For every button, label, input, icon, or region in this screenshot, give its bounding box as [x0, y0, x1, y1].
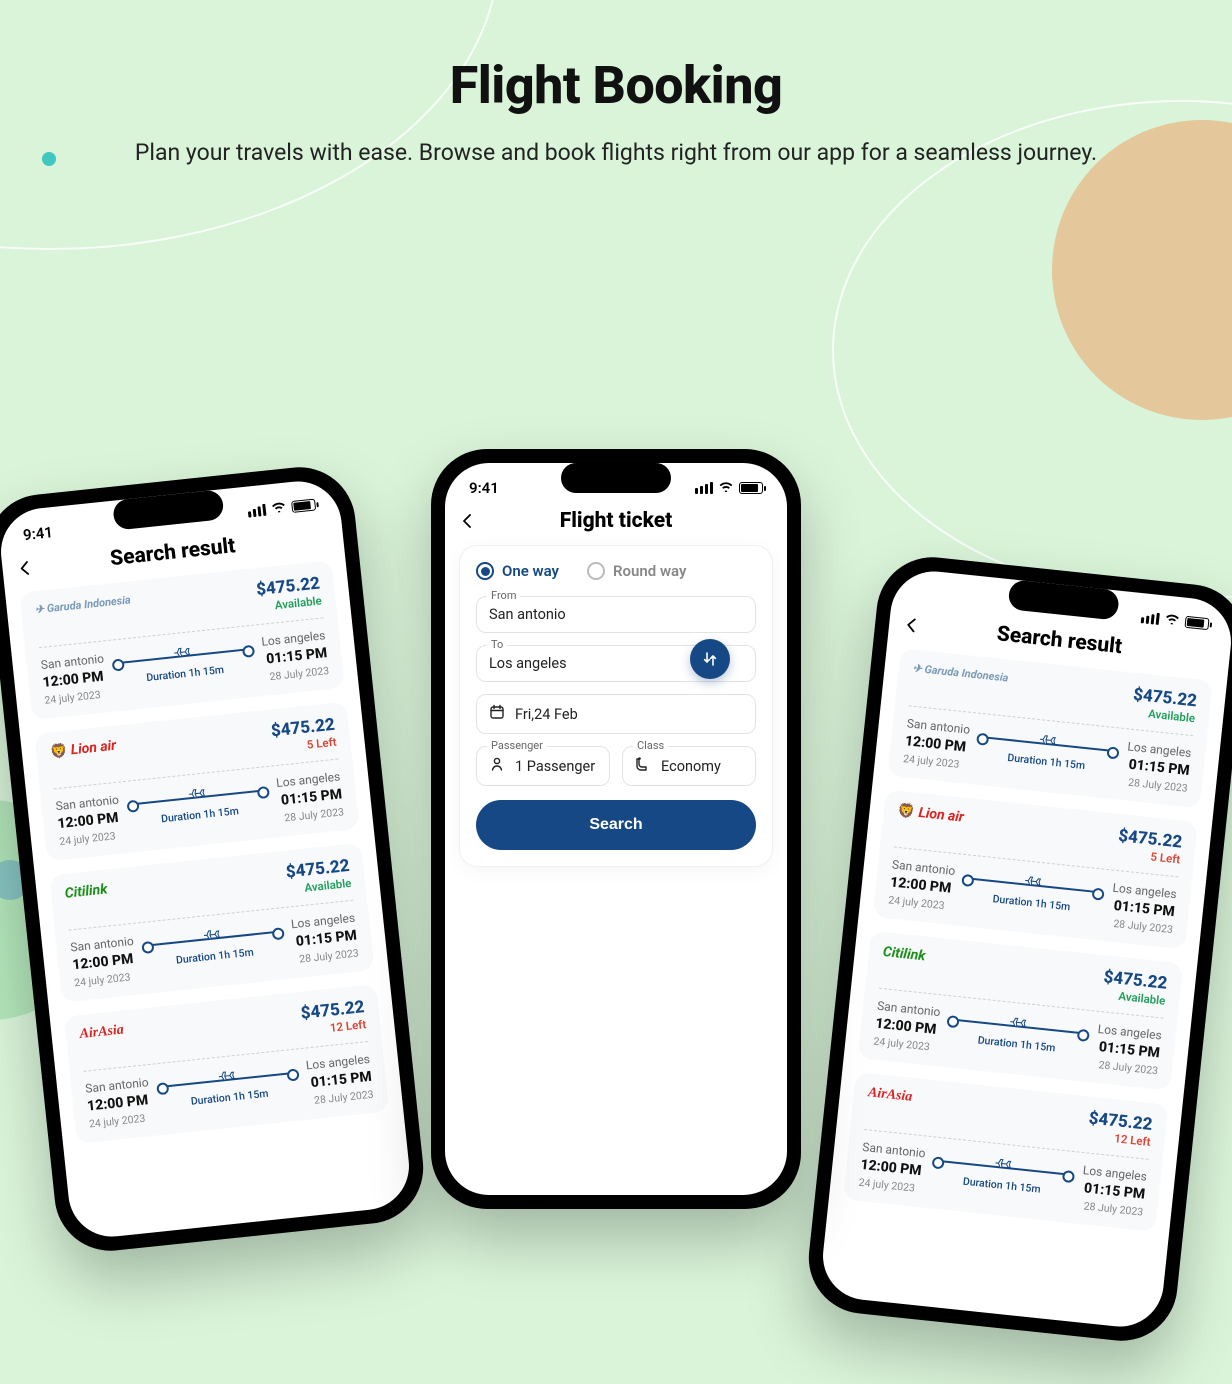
signal-icon — [1141, 612, 1160, 626]
date-field[interactable]: Fri,24 Feb — [476, 694, 756, 734]
flight-duration: Duration 1h 15m — [160, 1084, 299, 1111]
field-label: From — [487, 589, 520, 602]
to-date: 28 July 2023 — [1093, 1058, 1158, 1078]
to-date: 28 July 2023 — [309, 1088, 374, 1108]
trip-type-round-way[interactable]: Round way — [587, 562, 686, 580]
wifi-icon — [270, 500, 288, 518]
airline-logo: Citilink — [882, 944, 926, 964]
flight-card[interactable]: AirAsia $475.22 12 Left San antonio 12:0… — [843, 1072, 1169, 1232]
flight-duration: Duration 1h 15m — [131, 801, 270, 828]
flight-card[interactable]: 🦁 Lion air $475.22 5 Left San antonio 12… — [34, 702, 360, 862]
airline-logo: 🦁 Lion air — [897, 803, 965, 826]
to-date: 28 July 2023 — [1123, 776, 1188, 796]
to-date: 28 July 2023 — [294, 947, 359, 967]
from-date: 24 july 2023 — [888, 894, 952, 914]
back-button[interactable] — [461, 509, 475, 533]
class-value: Economy — [661, 758, 721, 775]
status-clock: 9:41 — [22, 524, 54, 545]
from-date: 24 july 2023 — [59, 829, 123, 849]
hero-subtitle: Plan your travels with ease. Browse and … — [0, 136, 1232, 169]
flight-duration: Duration 1h 15m — [932, 1172, 1071, 1199]
to-date: 28 July 2023 — [1108, 917, 1173, 937]
field-label: Passenger — [487, 739, 547, 752]
from-date: 24 july 2023 — [903, 752, 967, 772]
from-value: San antonio — [489, 606, 743, 623]
phone-flight-ticket: 9:41 Flight ticket — [431, 449, 801, 1209]
field-label: To — [487, 638, 507, 651]
airline-logo: 🦁 Lion air — [49, 738, 117, 761]
plane-icon — [187, 786, 209, 806]
flight-card[interactable]: Citilink $475.22 Available San antonio 1… — [858, 931, 1184, 1091]
radio-icon — [587, 562, 605, 580]
radio-icon — [476, 562, 494, 580]
wifi-icon — [718, 480, 734, 496]
battery-icon — [1184, 616, 1209, 630]
plane-icon — [1023, 874, 1045, 894]
from-date: 24 july 2023 — [44, 688, 108, 708]
back-button[interactable] — [17, 556, 33, 581]
from-date: 24 july 2023 — [74, 970, 138, 990]
to-date: 28 July 2023 — [279, 806, 344, 826]
signal-icon — [247, 504, 266, 518]
wifi-icon — [1163, 612, 1181, 630]
back-button[interactable] — [904, 613, 920, 638]
status-clock: 9:41 — [469, 479, 499, 497]
flight-card[interactable]: AirAsia $475.22 12 Left San antonio 12:0… — [64, 984, 390, 1144]
passenger-field[interactable]: Passenger 1 Passenger — [476, 746, 610, 786]
plane-icon — [1037, 732, 1059, 752]
flight-duration: Duration 1h 15m — [962, 889, 1101, 916]
calendar-icon — [489, 704, 505, 724]
seat-icon — [635, 756, 651, 776]
to-date: 28 July 2023 — [1079, 1199, 1144, 1219]
person-icon — [489, 756, 505, 776]
from-date: 24 july 2023 — [88, 1111, 152, 1131]
phone-search-results-left: 9:41 Search result ✈︎ Garuda Indonesia — [0, 462, 429, 1257]
airline-logo: AirAsia — [867, 1086, 913, 1107]
airline-logo: AirAsia — [79, 1023, 125, 1044]
search-button[interactable]: Search — [476, 800, 756, 850]
date-value: Fri,24 Feb — [515, 706, 578, 723]
from-date: 24 july 2023 — [858, 1176, 922, 1196]
field-label: Class — [633, 739, 668, 752]
page-title: Flight ticket — [445, 509, 787, 533]
hero-title: Flight Booking — [0, 55, 1232, 116]
plane-icon — [217, 1068, 239, 1088]
class-field[interactable]: Class Economy — [622, 746, 756, 786]
flight-card[interactable]: Citilink $475.22 Available San antonio 1… — [49, 843, 375, 1003]
passenger-value: 1 Passenger — [515, 758, 595, 775]
flight-duration: Duration 1h 15m — [116, 660, 255, 687]
airline-logo: ✈︎ Garuda Indonesia — [34, 594, 131, 617]
to-date: 28 July 2023 — [264, 664, 329, 684]
trip-type-label: One way — [502, 562, 559, 580]
flight-duration: Duration 1h 15m — [145, 943, 284, 970]
from-date: 24 july 2023 — [873, 1035, 937, 1055]
signal-icon — [695, 482, 713, 494]
battery-icon — [291, 499, 316, 513]
plane-icon — [202, 927, 224, 947]
from-field[interactable]: From San antonio — [476, 596, 756, 633]
flight-duration: Duration 1h 15m — [977, 748, 1116, 775]
plane-icon — [1008, 1015, 1030, 1035]
flight-duration: Duration 1h 15m — [947, 1031, 1086, 1058]
plane-icon — [993, 1156, 1015, 1176]
airline-logo: Citilink — [64, 882, 108, 902]
phone-search-results-right: Search result ✈︎ Garuda Indonesia $475.2… — [803, 552, 1232, 1347]
battery-icon — [739, 482, 763, 494]
flight-card[interactable]: 🦁 Lion air $475.22 5 Left San antonio 12… — [873, 790, 1199, 950]
plane-icon — [172, 645, 194, 665]
trip-type-label: Round way — [613, 562, 686, 580]
trip-type-one-way[interactable]: One way — [476, 562, 559, 580]
airline-logo: ✈︎ Garuda Indonesia — [912, 662, 1009, 685]
